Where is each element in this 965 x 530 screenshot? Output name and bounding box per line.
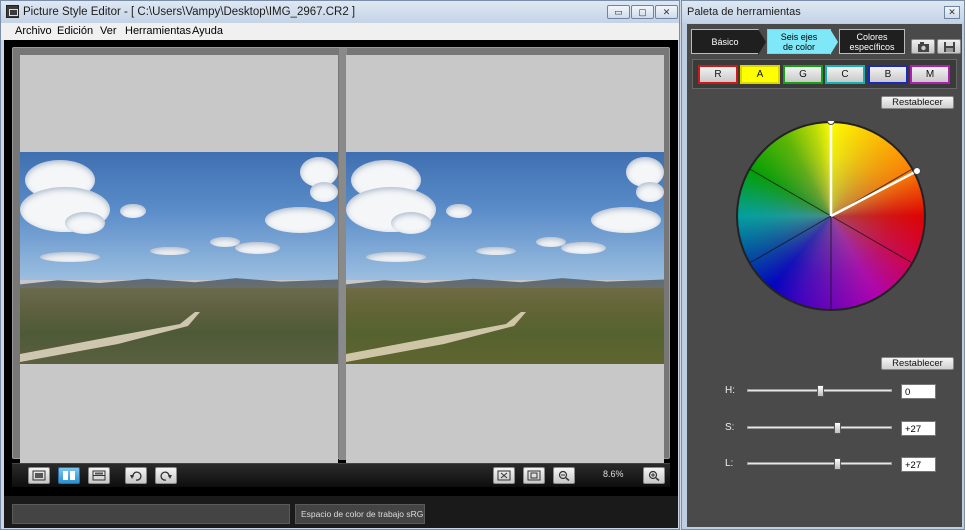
landscape-photo-original xyxy=(20,152,338,364)
axis-button-b[interactable]: B xyxy=(868,65,908,84)
palette-title-bar: Paleta de herramientas ✕ xyxy=(682,1,964,23)
single-view-button[interactable] xyxy=(28,467,50,484)
main-window: Picture Style Editor - [ C:\Users\Vampy\… xyxy=(0,0,680,530)
title-bar: Picture Style Editor - [ C:\Users\Vampy\… xyxy=(1,1,679,23)
axis-button-c[interactable]: C xyxy=(825,65,865,84)
palette-title: Paleta de herramientas xyxy=(687,6,801,18)
side-by-side-view-button[interactable] xyxy=(58,467,80,484)
app-icon xyxy=(6,5,19,18)
color-space-status: Espacio de color de trabajo sRGB xyxy=(295,504,425,524)
palette-body: Básico Seis ejes de color Colores específi… xyxy=(687,24,962,527)
actual-size-icon[interactable] xyxy=(493,467,515,484)
luminance-slider-thumb[interactable] xyxy=(833,458,841,470)
split-view-button[interactable] xyxy=(88,467,110,484)
menu-archivo[interactable]: Archivo xyxy=(15,25,52,37)
close-button[interactable]: ✕ xyxy=(655,5,678,19)
view-toolbar: 8.6% xyxy=(12,463,670,487)
tab-colores-especificos[interactable]: Colores específicos xyxy=(839,29,905,54)
axis-button-m[interactable]: M xyxy=(910,65,950,84)
reset-sliders-button[interactable]: Restablecer xyxy=(881,357,954,370)
landscape-photo-edited xyxy=(346,152,664,364)
luminance-label: L: xyxy=(725,458,734,469)
reset-axes-button[interactable]: Restablecer xyxy=(881,96,954,109)
image-workspace: 8.6% xyxy=(4,40,678,528)
saturation-slider-track[interactable] xyxy=(747,426,892,429)
saturation-value-field[interactable]: +27 xyxy=(901,421,936,436)
eyedropper-camera-icon[interactable] xyxy=(911,39,935,54)
palette-close-button[interactable]: ✕ xyxy=(944,6,960,19)
axis-button-a[interactable]: A xyxy=(740,65,780,84)
hue-slider-thumb[interactable] xyxy=(816,385,824,397)
edited-image-canvas[interactable] xyxy=(346,55,664,463)
menu-edicion[interactable]: Edición xyxy=(57,25,93,37)
saturation-label: S: xyxy=(725,422,735,433)
axis-button-r[interactable]: R xyxy=(698,65,738,84)
axis-button-g[interactable]: G xyxy=(783,65,823,84)
saturation-slider-thumb[interactable] xyxy=(833,422,841,434)
fit-to-window-icon[interactable] xyxy=(523,467,545,484)
hue-value-field[interactable]: 0 xyxy=(901,384,936,399)
minimize-button[interactable]: ▭ xyxy=(607,5,630,19)
menu-herramientas[interactable]: Herramientas xyxy=(125,25,191,37)
tab-seis-ejes-arrow xyxy=(830,29,838,55)
color-wheel[interactable] xyxy=(736,121,926,311)
rotate-left-icon[interactable] xyxy=(125,467,147,484)
luminance-slider-track[interactable] xyxy=(747,462,892,465)
zoom-level: 8.6% xyxy=(603,469,624,479)
wheel-handle-saturation[interactable] xyxy=(913,167,921,175)
menu-ayuda[interactable]: Ayuda xyxy=(192,25,223,37)
wheel-handle-hue[interactable] xyxy=(827,121,835,125)
rotate-right-icon[interactable] xyxy=(155,467,177,484)
maximize-button[interactable]: ▢ xyxy=(631,5,654,19)
color-axis-selector: R A G C B M xyxy=(692,59,957,89)
save-icon[interactable] xyxy=(937,39,961,54)
tab-seis-ejes[interactable]: Seis ejes de color xyxy=(767,29,831,54)
hue-label: H: xyxy=(725,385,735,396)
tab-basico[interactable]: Básico xyxy=(691,29,759,54)
zoom-out-icon[interactable] xyxy=(553,467,575,484)
menu-bar: Archivo Edición Ver Herramientas Ayuda xyxy=(1,23,679,40)
luminance-value-field[interactable]: +27 xyxy=(901,457,936,472)
status-bar: Espacio de color de trabajo sRGB xyxy=(4,496,678,528)
menu-ver[interactable]: Ver xyxy=(100,25,117,37)
zoom-in-icon[interactable] xyxy=(643,467,665,484)
tool-palette-window: Paleta de herramientas ✕ Básico Seis eje… xyxy=(681,0,965,530)
status-info-field xyxy=(12,504,290,524)
image-compare-panel xyxy=(12,47,670,463)
window-title: Picture Style Editor - [ C:\Users\Vampy\… xyxy=(23,6,356,18)
tab-basico-arrow xyxy=(758,29,766,55)
original-image-canvas[interactable] xyxy=(20,55,338,463)
